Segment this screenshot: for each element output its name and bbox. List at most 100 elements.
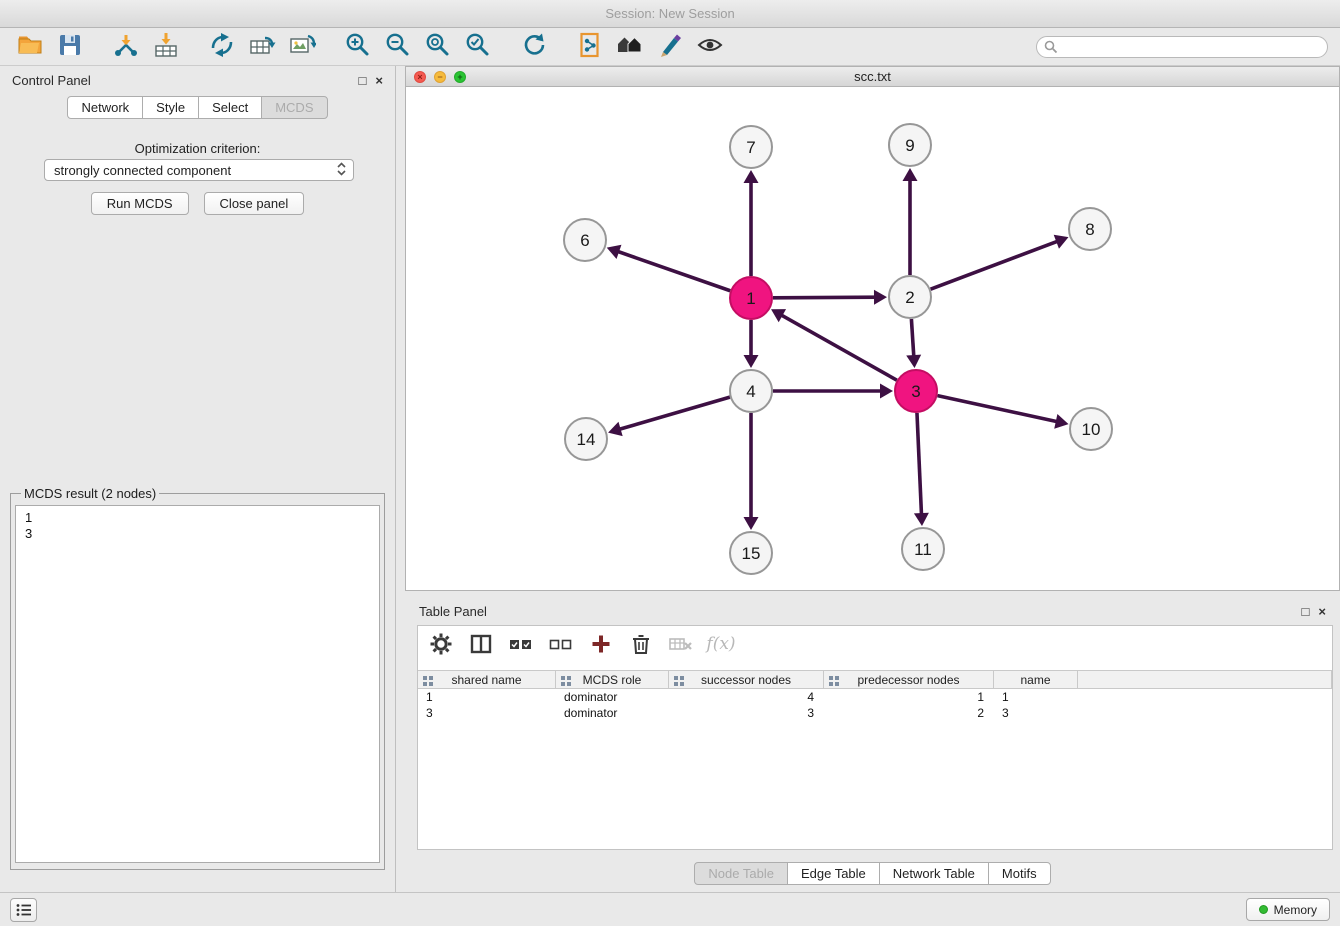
column-header-successor-nodes[interactable]: successor nodes <box>669 671 824 688</box>
network-graph[interactable]: 1 2 3 4 6 7 8 9 10 11 14 15 <box>406 87 1339 590</box>
graph-edge[interactable] <box>616 251 730 291</box>
graph-node-15[interactable]: 15 <box>730 532 772 574</box>
close-panel-icon[interactable]: × <box>1318 605 1326 618</box>
tab-node-table[interactable]: Node Table <box>694 862 788 885</box>
float-panel-icon[interactable]: □ <box>1302 605 1310 618</box>
tab-edge-table[interactable]: Edge Table <box>787 862 880 885</box>
cell-predecessor-nodes[interactable]: 2 <box>824 705 994 721</box>
first-neighbors-icon <box>616 31 644 62</box>
search-input[interactable] <box>1036 36 1328 58</box>
close-panel-icon[interactable]: × <box>375 74 383 87</box>
cell-successor-nodes[interactable]: 3 <box>669 705 824 721</box>
memory-button[interactable]: Memory <box>1246 898 1330 921</box>
graph-node-10[interactable]: 10 <box>1070 408 1112 450</box>
network-window-titlebar[interactable]: × − + scc.txt <box>406 67 1339 87</box>
column-header-predecessor-nodes[interactable]: predecessor nodes <box>824 671 994 688</box>
column-header-filler <box>1078 671 1332 688</box>
cell-mcds-role[interactable]: dominator <box>556 705 669 721</box>
export-image-button[interactable] <box>282 31 322 63</box>
minimize-window-icon[interactable]: − <box>434 71 446 83</box>
cell-shared-name[interactable]: 1 <box>418 689 556 705</box>
column-header-mcds-role[interactable]: MCDS role <box>556 671 669 688</box>
graph-node-9[interactable]: 9 <box>889 124 931 166</box>
control-panel-header: Control Panel □ × <box>0 66 395 94</box>
first-neighbors-button[interactable] <box>610 31 650 63</box>
tab-network-table[interactable]: Network Table <box>879 862 989 885</box>
table-panel-title: Table Panel <box>419 604 487 619</box>
share-document-button[interactable] <box>570 31 610 63</box>
optimization-dropdown[interactable]: strongly connected component <box>44 159 354 181</box>
clone-network-button[interactable] <box>202 31 242 63</box>
close-window-icon[interactable]: × <box>414 71 426 83</box>
table-row[interactable]: 1 dominator 4 1 1 <box>418 689 1332 705</box>
show-panels-button[interactable] <box>10 898 37 922</box>
open-folder-icon <box>16 31 44 62</box>
graph-edge[interactable] <box>931 241 1060 290</box>
graph-edge[interactable] <box>911 319 913 358</box>
graph-node-2[interactable]: 2 <box>889 276 931 318</box>
tab-select[interactable]: Select <box>198 96 262 119</box>
tab-motifs[interactable]: Motifs <box>988 862 1051 885</box>
columns-icon <box>469 632 493 656</box>
cell-predecessor-nodes[interactable]: 1 <box>824 689 994 705</box>
close-panel-button[interactable]: Close panel <box>204 192 305 215</box>
column-header-name[interactable]: name <box>994 671 1078 688</box>
cell-name[interactable]: 1 <box>994 689 1078 705</box>
cell-name[interactable]: 3 <box>994 705 1078 721</box>
tab-mcds[interactable]: MCDS <box>261 96 327 119</box>
graph-edge[interactable] <box>780 314 897 380</box>
zoom-selected-button[interactable] <box>458 31 498 63</box>
edge-arrowhead <box>880 384 893 399</box>
fx-label: f(x) <box>706 634 735 654</box>
save-session-button[interactable] <box>50 31 90 63</box>
apply-layout-button[interactable] <box>514 31 554 63</box>
annotation-style-button[interactable] <box>650 31 690 63</box>
graph-node-4[interactable]: 4 <box>730 370 772 412</box>
show-hide-button[interactable] <box>690 31 730 63</box>
graph-node-14[interactable]: 14 <box>565 418 607 460</box>
cell-mcds-role[interactable]: dominator <box>556 689 669 705</box>
add-column-button[interactable] <box>588 631 614 657</box>
cell-successor-nodes[interactable]: 4 <box>669 689 824 705</box>
tab-style[interactable]: Style <box>142 96 199 119</box>
import-table-button[interactable] <box>146 31 186 63</box>
select-all-button[interactable] <box>508 631 534 657</box>
import-network-button[interactable] <box>106 31 146 63</box>
show-columns-button[interactable] <box>468 631 494 657</box>
edge-arrowhead <box>906 355 921 368</box>
cell-shared-name[interactable]: 3 <box>418 705 556 721</box>
graph-edge[interactable] <box>937 396 1058 422</box>
open-session-button[interactable] <box>10 31 50 63</box>
edge-arrowhead <box>914 513 929 526</box>
graph-edge[interactable] <box>618 397 730 430</box>
cell-filler <box>1078 689 1332 705</box>
column-header-shared-name[interactable]: shared name <box>418 671 556 688</box>
graph-edge[interactable] <box>773 297 877 298</box>
graph-node-8[interactable]: 8 <box>1069 208 1111 250</box>
float-panel-icon[interactable]: □ <box>359 74 367 87</box>
deselect-all-button[interactable] <box>548 631 574 657</box>
network-canvas[interactable]: 1 2 3 4 6 7 8 9 10 11 14 15 <box>406 87 1339 590</box>
tab-network[interactable]: Network <box>67 96 143 119</box>
plus-icon <box>589 632 613 656</box>
run-mcds-button[interactable]: Run MCDS <box>91 192 189 215</box>
table-row[interactable]: 3 dominator 3 2 3 <box>418 705 1332 721</box>
graph-node-11[interactable]: 11 <box>902 528 944 570</box>
zoom-window-icon[interactable]: + <box>454 71 466 83</box>
delete-column-button[interactable] <box>628 631 654 657</box>
clone-network-icon <box>208 31 236 62</box>
mcds-result-list[interactable]: 1 3 <box>15 505 380 863</box>
table-settings-button[interactable] <box>428 631 454 657</box>
graph-node-6[interactable]: 6 <box>564 219 606 261</box>
zoom-in-button[interactable] <box>338 31 378 63</box>
graph-node-7[interactable]: 7 <box>730 126 772 168</box>
zoom-in-icon <box>344 31 372 62</box>
zoom-fit-button[interactable] <box>418 31 458 63</box>
zoom-out-button[interactable] <box>378 31 418 63</box>
graph-node-3[interactable]: 3 <box>895 370 937 412</box>
result-line: 1 <box>25 510 370 526</box>
cell-filler <box>1078 705 1332 721</box>
graph-edge[interactable] <box>917 413 922 516</box>
export-table-button[interactable] <box>242 31 282 63</box>
graph-node-1[interactable]: 1 <box>730 277 772 319</box>
